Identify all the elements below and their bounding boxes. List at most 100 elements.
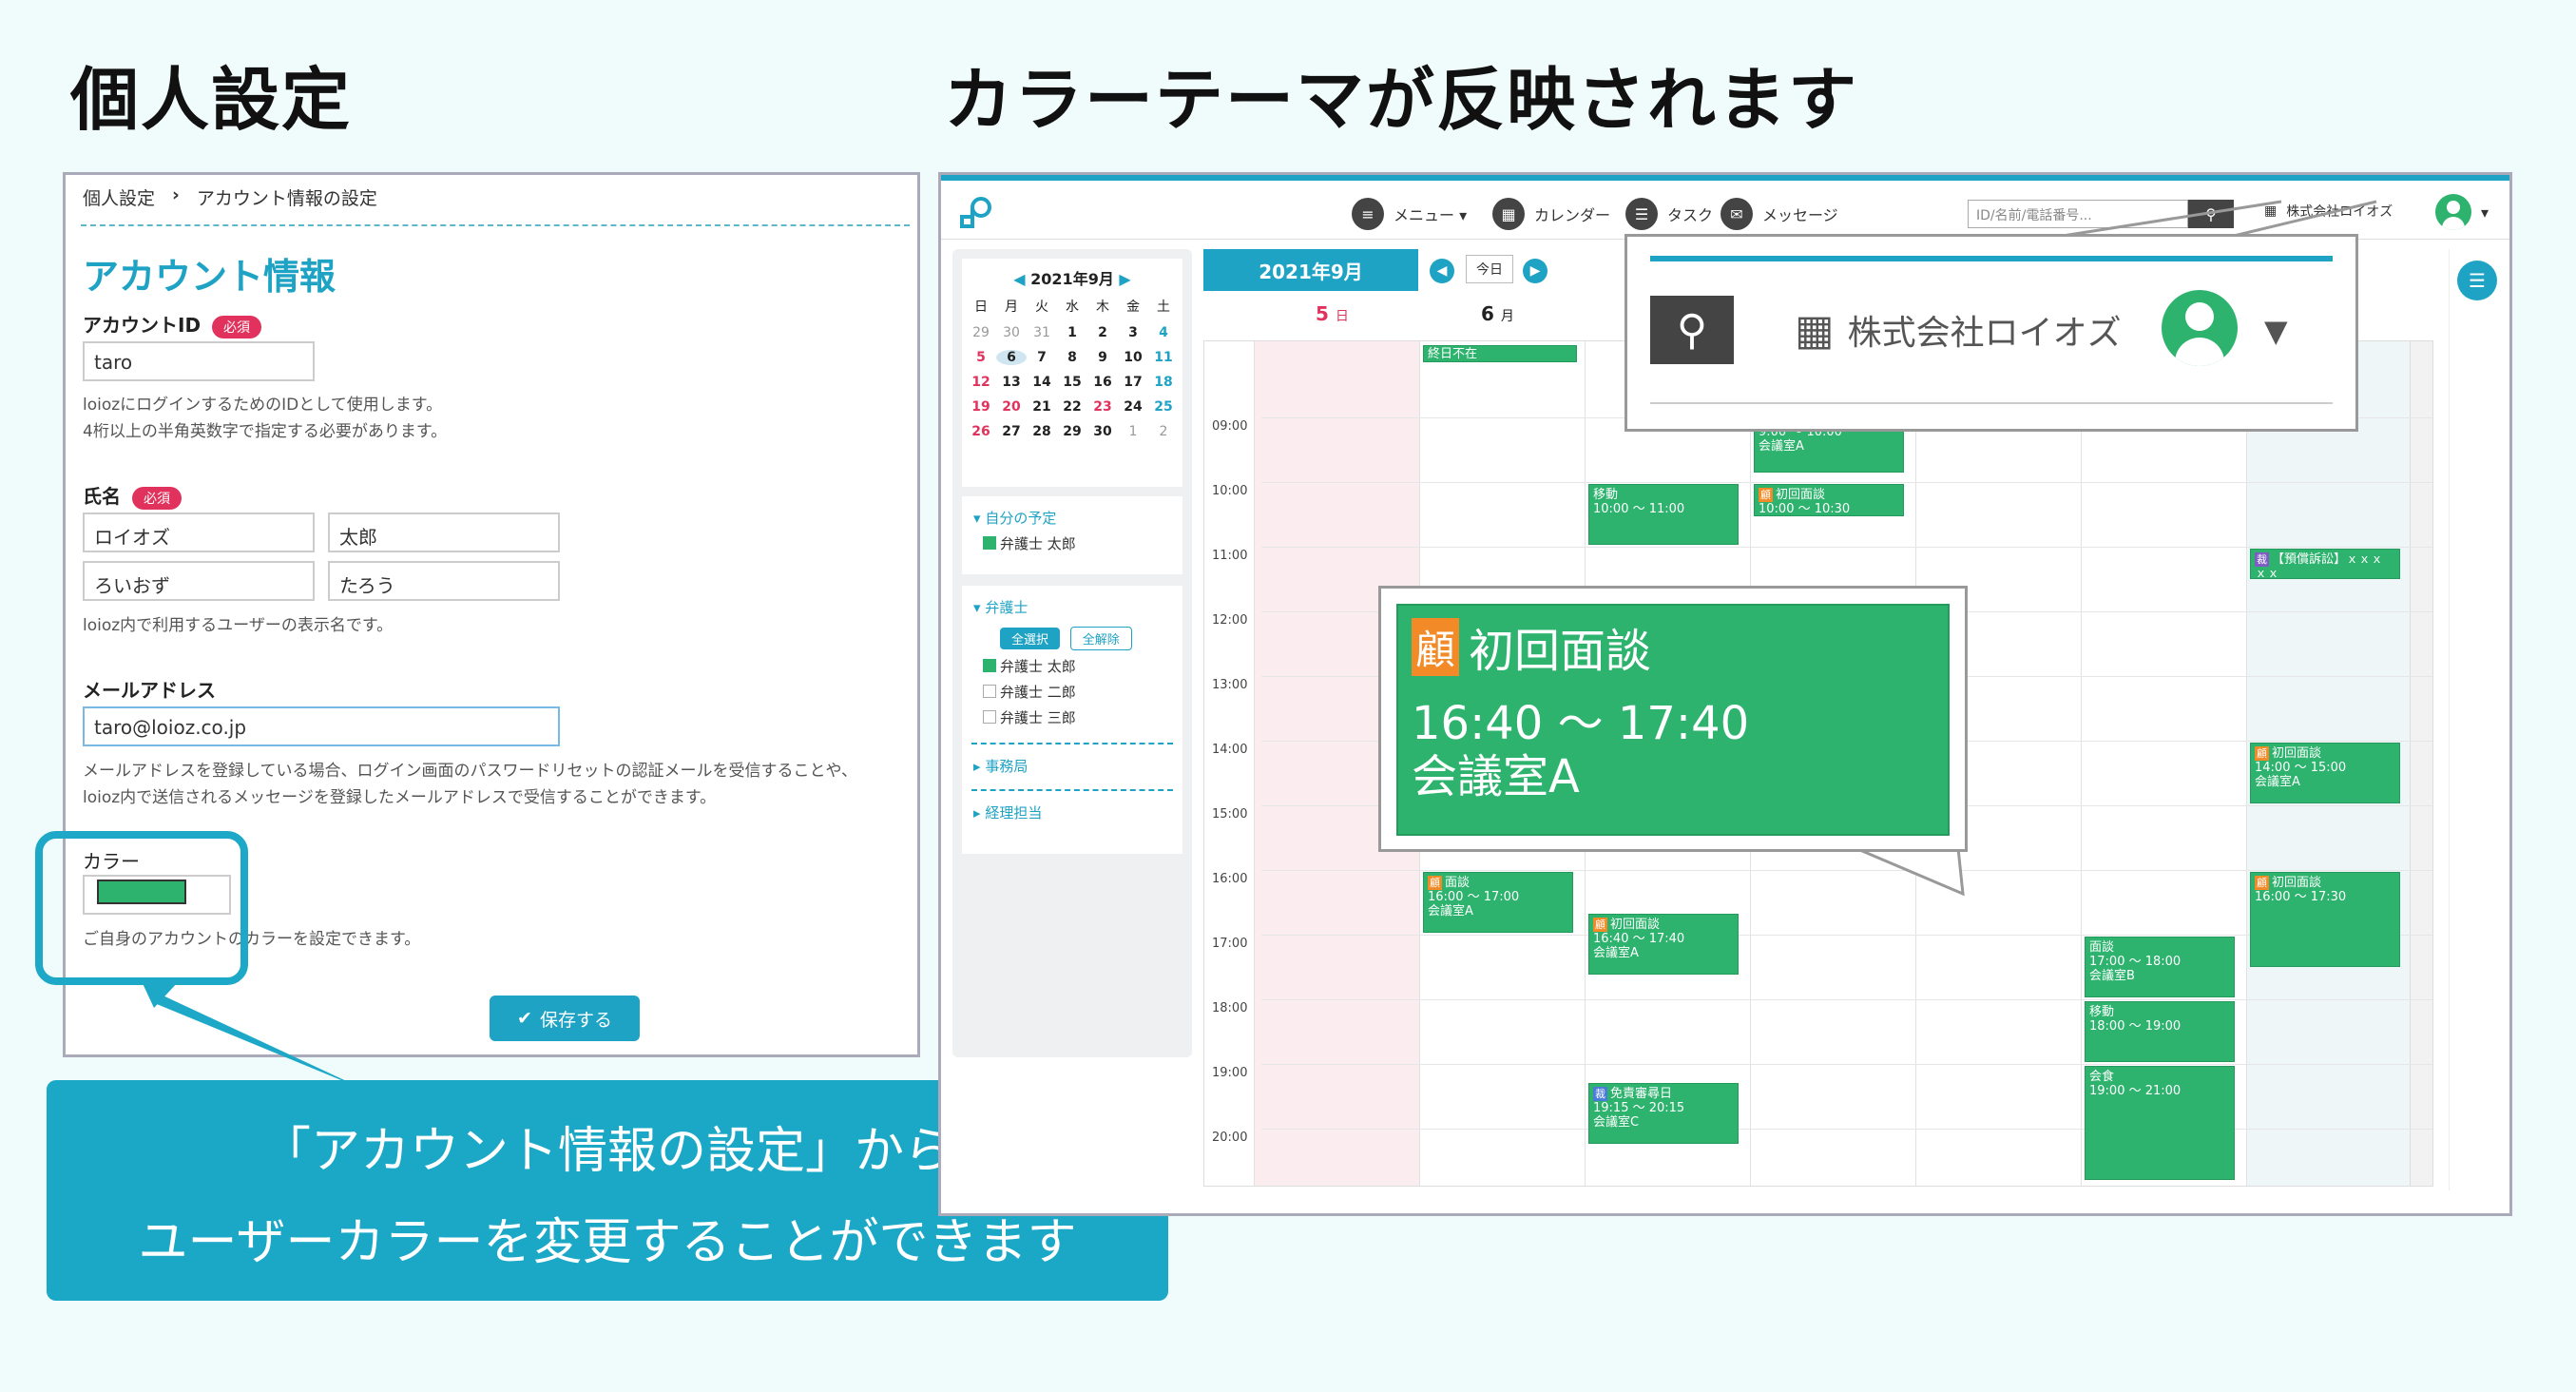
day-cell[interactable]: 23 (1087, 399, 1118, 415)
day-cell[interactable]: 25 (1148, 399, 1179, 415)
calendar-event[interactable]: 会食 19:00 ～ 21:00 (2085, 1066, 2235, 1180)
day-cell[interactable]: 19 (966, 399, 996, 415)
day-cell[interactable]: 20 (996, 399, 1027, 415)
calendar-event[interactable]: 顧初回面談 14:00 ～ 15:00 会議室A (2250, 743, 2400, 803)
day-cell[interactable]: 15 (1057, 375, 1087, 390)
deselect-all-button[interactable]: 全解除 (1069, 627, 1132, 650)
day-cell[interactable]: 29 (1057, 424, 1087, 439)
first-name-input[interactable]: 太郎 (328, 512, 560, 552)
hour-line (1261, 1129, 2432, 1130)
day-cell[interactable]: 29 (966, 325, 996, 340)
list-icon[interactable]: ☰ (2457, 261, 2497, 300)
calendar-event[interactable]: 顧初回面談 16:40 ～ 17:40 会議室A (1588, 914, 1739, 975)
day-cell[interactable]: 10 (1118, 350, 1148, 365)
lawyer-item-label: 弁護士 三郎 (1000, 709, 1076, 726)
day-cell[interactable]: 26 (966, 424, 996, 439)
day-cell[interactable]: 5 (966, 350, 996, 365)
day-cell[interactable]: 22 (1057, 399, 1087, 415)
nav-calendar[interactable]: ▦ カレンダー (1492, 198, 1610, 230)
calendar-month-tab[interactable]: 2021年9月 (1203, 249, 1418, 291)
calendar-event[interactable]: 移動 10:00 ～ 11:00 (1588, 484, 1739, 545)
time-label: 15:00 (1212, 807, 1248, 822)
user-menu[interactable]: ▾ (2435, 194, 2489, 230)
save-button[interactable]: ✔ 保存する (490, 996, 640, 1041)
last-name-input[interactable]: ロイオズ (83, 512, 315, 552)
calendar-event[interactable]: 顧初回面談 16:00 ～ 17:30 (2250, 872, 2400, 967)
calendar-event-allday[interactable]: 終日不在 (1423, 345, 1577, 362)
day-cell[interactable]: 4 (1148, 325, 1179, 340)
day-cell[interactable]: 14 (1027, 375, 1057, 390)
day-cell[interactable]: 30 (996, 325, 1027, 340)
checkbox[interactable] (983, 685, 996, 698)
event-time: 14:00 ～ 15:00 (2255, 761, 2347, 775)
day-cell[interactable]: 1 (1057, 325, 1087, 340)
zoom-search-button[interactable]: ⚲ (1650, 296, 1734, 364)
calendar-event[interactable]: 裁【預償訴訟】ｘｘｘ ｘｘ (2250, 549, 2400, 579)
lawyer-item[interactable]: 弁護士 三郎 (962, 702, 1182, 727)
calendar-event[interactable]: 移動 18:00 ～ 19:00 (2085, 1001, 2235, 1062)
calendar-event[interactable]: 裁免責審尋日 19:15 ～ 20:15 会議室C (1588, 1083, 1739, 1144)
day-header-5[interactable]: 5 日 (1316, 302, 1349, 325)
day-cell[interactable]: 30 (1087, 424, 1118, 439)
lawyer-item[interactable]: 弁護士 太郎 (962, 650, 1182, 676)
day-cell[interactable]: 8 (1057, 350, 1087, 365)
scrollbar[interactable] (2410, 341, 2432, 1186)
select-all-button[interactable]: 全選択 (1000, 628, 1061, 649)
zoom-company[interactable]: ▦ 株式会社ロイオズ (1795, 305, 2122, 355)
my-schedule-header[interactable]: ▾ 自分の予定 (962, 496, 1182, 528)
day-cell[interactable]: 21 (1027, 399, 1057, 415)
day-cell[interactable]: 2 (1087, 325, 1118, 340)
checkbox[interactable] (983, 659, 996, 672)
schedule-item[interactable]: 弁護士 太郎 (962, 528, 1182, 553)
checkbox[interactable] (983, 536, 996, 550)
chevron-down-icon[interactable]: ▼ (2264, 313, 2288, 349)
office-header[interactable]: ▸ 事務局 (962, 744, 1182, 776)
next-week-icon[interactable]: ▶ (1523, 259, 1548, 283)
time-label: 20:00 (1212, 1131, 1248, 1145)
day-cell[interactable]: 18 (1148, 375, 1179, 390)
lawyers-header[interactable]: ▾ 弁護士 (962, 586, 1182, 617)
accounting-header[interactable]: ▸ 経理担当 (962, 791, 1182, 822)
day-cell[interactable]: 12 (966, 375, 996, 390)
day-cell[interactable]: 16 (1087, 375, 1118, 390)
day-cell[interactable]: 17 (1118, 375, 1148, 390)
prev-month-icon[interactable]: ◀ (1013, 270, 1025, 288)
breadcrumb-personal-settings[interactable]: 個人設定 (83, 184, 155, 210)
email-input[interactable]: taro@loioz.co.jp (83, 706, 560, 746)
day-cell[interactable]: 2 (1148, 424, 1179, 439)
day-cell[interactable]: 11 (1148, 350, 1179, 365)
checkbox[interactable] (983, 710, 996, 724)
zoom-avatar[interactable] (2162, 290, 2238, 366)
event-title: 初回面談 (2272, 746, 2322, 761)
event-tag: 顧 (2255, 746, 2269, 761)
prev-week-icon[interactable]: ◀ (1430, 259, 1454, 283)
day-cell[interactable]: 27 (996, 424, 1027, 439)
zoom-event-card[interactable]: 顧 初回面談 16:40 ～ 17:40 会議室A (1396, 604, 1950, 836)
day-cell[interactable]: 28 (1027, 424, 1057, 439)
day-cell[interactable]: 31 (1027, 325, 1057, 340)
day-cell[interactable]: 1 (1118, 424, 1148, 439)
calendar-event[interactable]: 顧面談 16:00 ～ 17:00 会議室A (1423, 872, 1573, 933)
nav-message-label: メッセージ (1762, 206, 1838, 224)
day-cell[interactable]: 24 (1118, 399, 1148, 415)
next-month-icon[interactable]: ▶ (1119, 270, 1130, 288)
account-id-input[interactable]: taro (83, 341, 315, 381)
nav-menu[interactable]: ≡ メニュー ▾ (1352, 198, 1467, 230)
email-hint-line2: loioz内で送信されるメッセージを登録したメールアドレスで受信することができま… (83, 788, 717, 807)
day-header-6[interactable]: 6 月 (1481, 302, 1514, 325)
calendar-event[interactable]: 面談 17:00 ～ 18:00 会議室B (2085, 937, 2235, 997)
calendar-event[interactable]: 顧初回面談 10:00 ～ 10:30 (1754, 484, 1904, 516)
day-cell[interactable]: 7 (1027, 350, 1057, 365)
event-room: 会議室B (2089, 969, 2135, 983)
lawyer-item[interactable]: 弁護士 二郎 (962, 676, 1182, 702)
last-name-kana-input[interactable]: ろいおず (83, 561, 315, 601)
day-cell[interactable]: 3 (1118, 325, 1148, 340)
today-button[interactable]: 今日 (1466, 255, 1513, 283)
save-button-label: 保存する (539, 1009, 612, 1031)
nav-message[interactable]: ✉ メッセージ (1721, 198, 1838, 230)
day-cell[interactable]: 9 (1087, 350, 1118, 365)
first-name-kana-input[interactable]: たろう (328, 561, 560, 601)
day-cell-selected[interactable]: 6 (996, 350, 1027, 365)
day-cell[interactable]: 13 (996, 375, 1027, 390)
nav-task[interactable]: ☰ タスク (1625, 198, 1713, 230)
